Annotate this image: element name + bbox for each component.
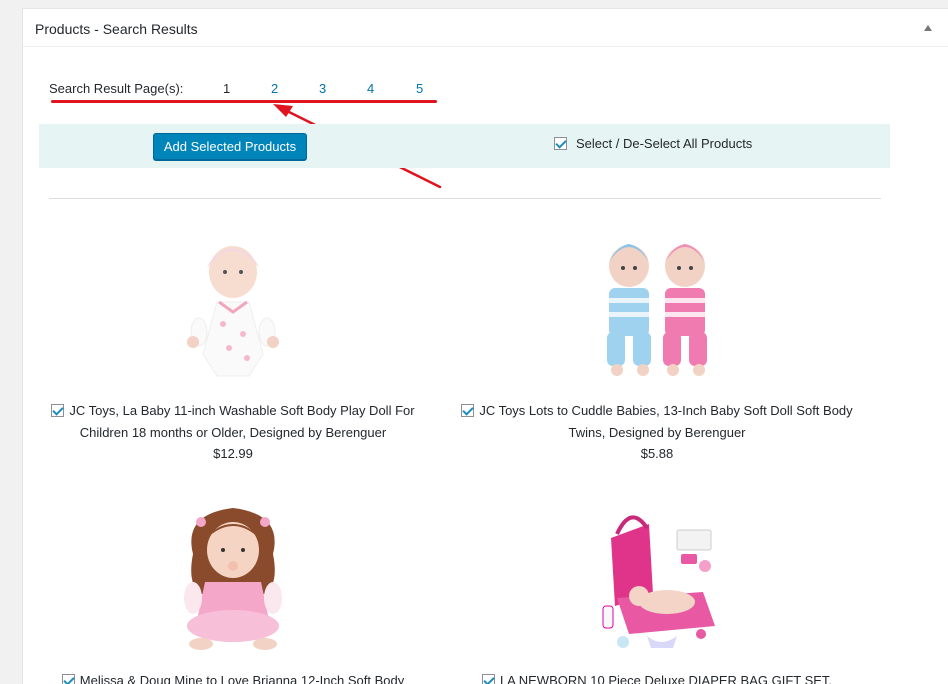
select-all-checkbox[interactable] xyxy=(554,137,567,150)
page-link-2[interactable]: 2 xyxy=(271,81,278,96)
page-link-1[interactable]: 1 xyxy=(223,81,230,96)
page-link-4[interactable]: 4 xyxy=(367,81,374,96)
product-price: $5.88 xyxy=(640,446,674,461)
add-selected-products-button[interactable]: Add Selected Products xyxy=(153,133,307,160)
panel-header: Products - Search Results xyxy=(23,9,948,47)
panel-title: Products - Search Results xyxy=(35,21,198,37)
product-image-baby-doll[interactable] xyxy=(153,224,313,384)
product-name: JC Toys, La Baby 11-inch Washable Soft B… xyxy=(69,403,415,440)
product-checkbox[interactable] xyxy=(461,404,475,417)
product-checkbox[interactable] xyxy=(61,674,75,684)
product-card: LA NEWBORN 10 Piece Deluxe DIAPER BAG GI… xyxy=(437,494,877,684)
product-checkbox[interactable] xyxy=(481,674,495,684)
product-image-diaper-bag-set[interactable] xyxy=(577,494,737,654)
product-name: JC Toys Lots to Cuddle Babies, 13-Inch B… xyxy=(479,403,853,440)
collapse-arrow-icon[interactable] xyxy=(924,25,932,31)
product-card: JC Toys Lots to Cuddle Babies, 13-Inch B… xyxy=(437,224,877,464)
product-image-soft-doll[interactable] xyxy=(153,494,313,654)
product-checkbox[interactable] xyxy=(51,404,65,417)
search-results-panel: Products - Search Results Search Result … xyxy=(22,8,948,684)
product-name: Melissa & Doug Mine to Love Brianna 12-I… xyxy=(79,673,405,684)
product-name: LA NEWBORN 10 Piece Deluxe DIAPER BAG GI… xyxy=(499,673,833,684)
page-link-3[interactable]: 3 xyxy=(319,81,326,96)
select-all-label: Select / De-Select All Products xyxy=(576,136,753,151)
product-card: JC Toys, La Baby 11-inch Washable Soft B… xyxy=(13,224,453,464)
page-link-5[interactable]: 5 xyxy=(416,81,423,96)
select-all-toggle[interactable]: Select / De-Select All Products xyxy=(554,136,752,151)
divider xyxy=(49,198,881,199)
product-price: $12.99 xyxy=(213,446,253,461)
annotation-underline xyxy=(51,100,437,103)
pagination-label: Search Result Page(s): xyxy=(49,81,184,96)
product-image-twin-dolls[interactable] xyxy=(577,224,737,384)
pagination: Search Result Page(s): 1 2 3 4 5 xyxy=(49,81,449,101)
bulk-actions-bar: Add Selected Products Select / De-Select… xyxy=(39,124,890,168)
product-card: Melissa & Doug Mine to Love Brianna 12-I… xyxy=(13,494,453,684)
